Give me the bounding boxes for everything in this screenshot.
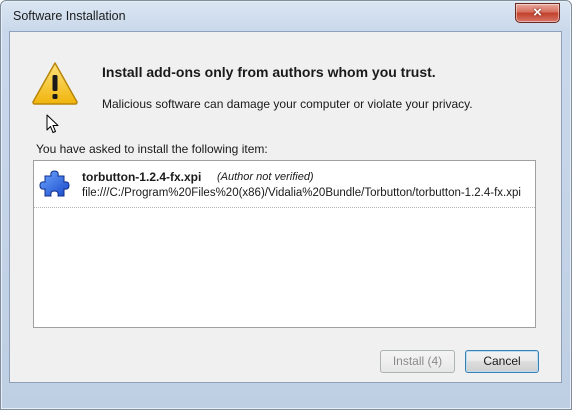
cancel-button[interactable]: Cancel bbox=[465, 350, 539, 373]
item-verification-status: (Author not verified) bbox=[217, 171, 314, 183]
mouse-cursor-icon bbox=[46, 114, 59, 133]
item-filename: torbutton-1.2.4-fx.xpi bbox=[82, 170, 202, 184]
software-installation-dialog: Software Installation × Install add-ons … bbox=[0, 0, 572, 410]
item-url: file:///C:/Program%20Files%20(x86)/Vidal… bbox=[82, 187, 521, 199]
dialog-body: Install add-ons only from authors whom y… bbox=[9, 31, 562, 383]
window-title: Software Installation bbox=[13, 9, 126, 23]
warning-icon bbox=[32, 62, 78, 105]
close-icon: × bbox=[533, 4, 542, 21]
install-button[interactable]: Install (4) bbox=[380, 350, 455, 373]
warning-heading: Install add-ons only from authors whom y… bbox=[102, 64, 436, 80]
puzzle-piece-icon bbox=[39, 170, 70, 197]
close-button[interactable]: × bbox=[515, 3, 560, 23]
warning-subtext: Malicious software can damage your compu… bbox=[102, 97, 473, 111]
title-bar[interactable]: Software Installation × bbox=[1, 1, 571, 31]
list-item[interactable]: torbutton-1.2.4-fx.xpi (Author not verif… bbox=[34, 161, 535, 208]
install-list-label: You have asked to install the following … bbox=[36, 142, 268, 156]
install-item-list[interactable]: torbutton-1.2.4-fx.xpi (Author not verif… bbox=[33, 160, 536, 328]
